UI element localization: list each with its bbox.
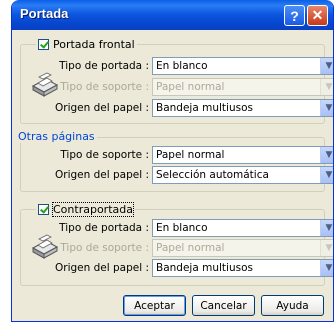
other-paper-source-value: Selección automática [156,169,269,181]
other-paper-source-row: Origen del papel : Selección automática … [26,166,333,184]
front-media-type-label: Tipo de soporte : [60,81,149,93]
front-media-type-row: Tipo de soporte : Papel normal ▼ [26,78,333,96]
back-paper-source-row: Origen del papel : Bandeja multiusos ▼ [26,259,333,277]
back-media-type-select: Papel normal ▼ [152,239,333,257]
front-cover-checkbox[interactable] [38,39,49,50]
other-media-type-value: Papel normal [156,149,225,161]
chevron-down-icon[interactable]: ▼ [320,147,333,163]
other-media-type-label: Tipo de soporte : [60,149,149,161]
back-cover-label: Contraportada [52,202,134,217]
back-paper-source-value: Bandeja multiusos [156,262,253,274]
cover-dialog: Portada ? ✕ Portada frontal Tipo de port… [11,0,334,322]
front-paper-source-label: Origen del papel : [54,102,149,114]
front-paper-source-value: Bandeja multiusos [156,102,253,114]
back-media-type-value: Papel normal [156,242,225,254]
back-cover-type-value: En blanco [156,222,208,234]
front-cover-type-select[interactable]: En blanco ▼ [152,57,333,75]
back-cover-checkbox[interactable] [38,204,49,215]
chevron-down-icon[interactable]: ▼ [320,220,333,236]
front-paper-source-select[interactable]: Bandeja multiusos ▼ [152,99,333,117]
front-media-type-select: Papel normal ▼ [152,78,333,96]
ok-button[interactable]: Aceptar [123,295,186,316]
back-paper-source-select[interactable]: Bandeja multiusos ▼ [152,259,333,277]
other-paper-source-label: Origen del papel : [54,169,149,181]
chevron-down-icon[interactable]: ▼ [320,260,333,276]
chevron-down-icon[interactable]: ▼ [320,167,333,183]
chevron-down-icon: ▼ [320,79,333,95]
other-pages-label: Otras páginas [16,130,97,143]
back-cover-type-row: Tipo de portada : En blanco ▼ [26,219,333,237]
front-cover-type-label: Tipo de portada : [59,60,149,72]
other-media-type-select[interactable]: Papel normal ▼ [152,146,333,164]
chevron-down-icon[interactable]: ▼ [320,100,333,116]
back-paper-source-label: Origen del papel : [54,262,149,274]
front-cover-label: Portada frontal [53,38,135,51]
back-cover-type-label: Tipo de portada : [59,222,149,234]
other-media-type-row: Tipo de soporte : Papel normal ▼ [26,146,333,164]
close-icon[interactable]: ✕ [307,5,328,26]
other-paper-source-select[interactable]: Selección automática ▼ [152,166,333,184]
back-media-type-row: Tipo de soporte : Papel normal ▼ [26,239,333,257]
front-media-type-value: Papel normal [156,81,225,93]
back-cover-checkbox-row[interactable]: Contraportada [36,202,135,217]
back-cover-type-select[interactable]: En blanco ▼ [152,219,333,237]
front-paper-source-row: Origen del papel : Bandeja multiusos ▼ [26,99,333,117]
help-icon[interactable]: ? [284,5,305,26]
help-button[interactable]: Ayuda [261,295,324,316]
title-bar[interactable]: Portada ? ✕ [12,0,333,30]
chevron-down-icon: ▼ [320,240,333,256]
chevron-down-icon[interactable]: ▼ [320,58,333,74]
window-title: Portada [20,6,69,21]
front-cover-type-row: Tipo de portada : En blanco ▼ [26,57,333,75]
cancel-button[interactable]: Cancelar [192,295,255,316]
front-cover-type-value: En blanco [156,60,208,72]
front-cover-checkbox-row[interactable]: Portada frontal [36,38,137,51]
back-media-type-label: Tipo de soporte : [60,242,149,254]
